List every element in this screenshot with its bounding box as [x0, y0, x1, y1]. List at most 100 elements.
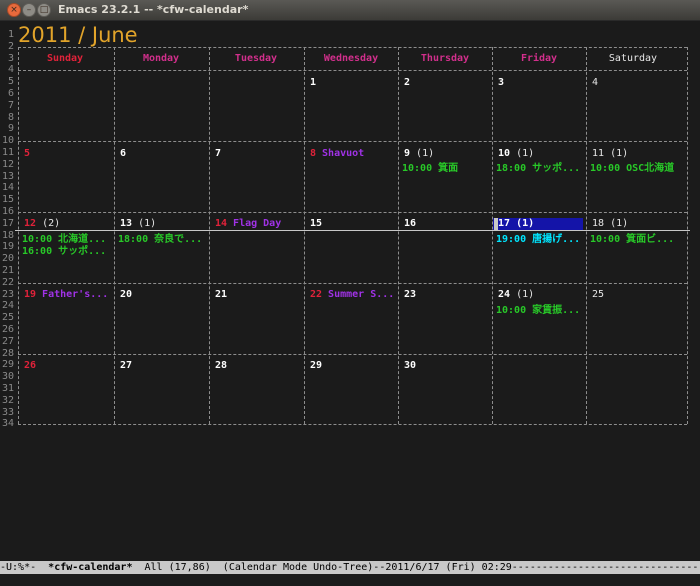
- calendar-event[interactable]: 19:00 唐揚げ...: [496, 230, 584, 245]
- calendar-event[interactable]: 18:00 奈良で...: [118, 230, 206, 245]
- calendar-day-cell[interactable]: 29: [310, 360, 322, 371]
- calendar-day-cell[interactable]: 6: [120, 148, 126, 159]
- line-number: 5: [7, 76, 14, 88]
- window-title: Emacs 23.2.1 -- *cfw-calendar*: [58, 3, 249, 16]
- calendar-day-cell[interactable]: 8 Shavuot: [310, 148, 364, 159]
- calendar-day-cell[interactable]: 12 (2): [24, 218, 60, 229]
- calendar-day-cell[interactable]: 1: [310, 77, 316, 88]
- line-number: 25: [1, 312, 14, 324]
- calendar-day-cell[interactable]: 23: [404, 289, 416, 300]
- minibuffer[interactable]: [0, 574, 700, 586]
- weekday-header: Saturday: [608, 53, 658, 65]
- day-number: 11: [592, 147, 605, 159]
- calendar-event[interactable]: 10:00 家賃振...: [496, 301, 584, 316]
- calendar-grid-divider: [18, 46, 19, 425]
- calendar-day-cell[interactable]: 17 (1): [498, 218, 534, 229]
- calendar-day-cell[interactable]: 7: [215, 148, 221, 159]
- calendar-day-cell[interactable]: 30: [404, 360, 416, 371]
- calendar-day-cell[interactable]: 14 Flag Day: [215, 218, 281, 229]
- close-window-button[interactable]: ×: [7, 3, 21, 17]
- line-number: 15: [1, 194, 14, 206]
- weekday-header: Sunday: [46, 53, 84, 65]
- line-number: 17: [1, 217, 14, 229]
- day-number: 25: [592, 289, 605, 301]
- day-number: 6: [120, 147, 127, 159]
- line-number: 11: [1, 147, 14, 158]
- modeline-fill: ------------------------------------: [511, 562, 700, 573]
- calendar-grid-divider: [114, 46, 115, 425]
- calendar-day-cell[interactable]: 5: [24, 148, 30, 159]
- line-number: 10: [1, 135, 14, 147]
- day-number: 16: [404, 218, 417, 230]
- calendar-event[interactable]: 10:00 箕面ビ...: [590, 230, 678, 245]
- calendar-day-cell[interactable]: 15: [310, 218, 322, 229]
- calendar-day-cell[interactable]: 19 Father's...: [24, 289, 108, 300]
- calendar-day-cell[interactable]: 18 (1): [592, 218, 628, 229]
- calendar-day-cell[interactable]: 13 (1): [120, 218, 156, 229]
- event-count: (1): [132, 218, 157, 230]
- calendar-grid-divider: [304, 46, 305, 425]
- event-count: (1): [604, 218, 629, 230]
- line-number: 23: [1, 288, 14, 300]
- line-number: 27: [1, 335, 14, 347]
- day-number: 22: [310, 289, 323, 301]
- day-number: 21: [215, 289, 228, 301]
- day-number: 2: [404, 76, 411, 88]
- calendar-event[interactable]: 18:00 サッポ...: [496, 159, 584, 174]
- line-number: 21: [1, 265, 14, 276]
- calendar-day-cell[interactable]: 24 (1): [498, 289, 534, 300]
- line-number: 2: [7, 40, 14, 52]
- day-number: 10: [498, 147, 511, 159]
- day-number: 26: [24, 359, 37, 371]
- line-number: 30: [1, 371, 14, 383]
- calendar-grid-divider: [586, 46, 587, 425]
- line-number: 8: [7, 111, 14, 123]
- calendar-day-cell[interactable]: 25: [592, 289, 604, 300]
- line-number: 31: [1, 383, 14, 394]
- day-number: 5: [24, 147, 31, 159]
- day-number: 30: [404, 359, 417, 371]
- minimize-window-button[interactable]: –: [22, 3, 36, 17]
- line-number: 19: [1, 241, 14, 253]
- emacs-window: × – □ Emacs 23.2.1 -- *cfw-calendar* 123…: [0, 0, 700, 586]
- calendar-event[interactable]: 10:00 OSC北海道: [590, 159, 678, 174]
- calendar-event[interactable]: 16:00 サッポ...: [22, 242, 110, 257]
- calendar-day-cell[interactable]: 9 (1): [404, 148, 434, 159]
- calendar-day-cell[interactable]: 20: [120, 289, 132, 300]
- calendar-day-cell[interactable]: 2: [404, 77, 410, 88]
- calendar-day-cell[interactable]: 11 (1): [592, 148, 628, 159]
- calendar-day-cell[interactable]: 10 (1): [498, 148, 534, 159]
- calendar-day-cell[interactable]: 27: [120, 360, 132, 371]
- calendar-grid-divider: [687, 46, 688, 425]
- line-number: 14: [1, 182, 14, 194]
- holiday-name: Summer S...: [328, 289, 395, 301]
- day-number: 24: [498, 289, 511, 301]
- calendar-day-cell[interactable]: 3: [498, 77, 504, 88]
- weekday-header: Thursday: [420, 53, 470, 65]
- calendar-day-cell[interactable]: 4: [592, 77, 598, 88]
- line-number: 29: [1, 359, 14, 371]
- calendar-day-cell[interactable]: 26: [24, 360, 36, 371]
- calendar-grid-divider: [492, 46, 493, 425]
- line-number: 13: [1, 170, 14, 182]
- line-number: 1: [7, 29, 14, 40]
- calendar-day-cell[interactable]: 28: [215, 360, 227, 371]
- maximize-window-button[interactable]: □: [37, 3, 51, 17]
- calendar-buffer[interactable]: 1 2 3 4 5 6 7 8 9 10 11 12 13 14 15 16 17 18 19 20 21 22 23 24 2…: [0, 21, 700, 559]
- calendar-grid-divider: [398, 46, 399, 425]
- day-number: 28: [215, 359, 228, 371]
- event-count: (1): [604, 147, 629, 159]
- day-number: 19: [24, 289, 37, 301]
- day-number: 27: [120, 359, 133, 371]
- event-count: (1): [510, 218, 535, 230]
- day-number: 12: [24, 218, 37, 230]
- calendar-heading: 2011 / June: [18, 23, 138, 47]
- calendar-event[interactable]: 10:00 箕面: [402, 159, 490, 174]
- line-number: 12: [1, 158, 14, 170]
- calendar-day-cell[interactable]: 21: [215, 289, 227, 300]
- calendar-day-cell[interactable]: 16: [404, 218, 416, 229]
- weekday-header: Monday: [142, 53, 180, 65]
- calendar-grid-divider: [209, 46, 210, 425]
- day-number: 1: [310, 76, 317, 88]
- calendar-day-cell[interactable]: 22 Summer S...: [310, 289, 394, 300]
